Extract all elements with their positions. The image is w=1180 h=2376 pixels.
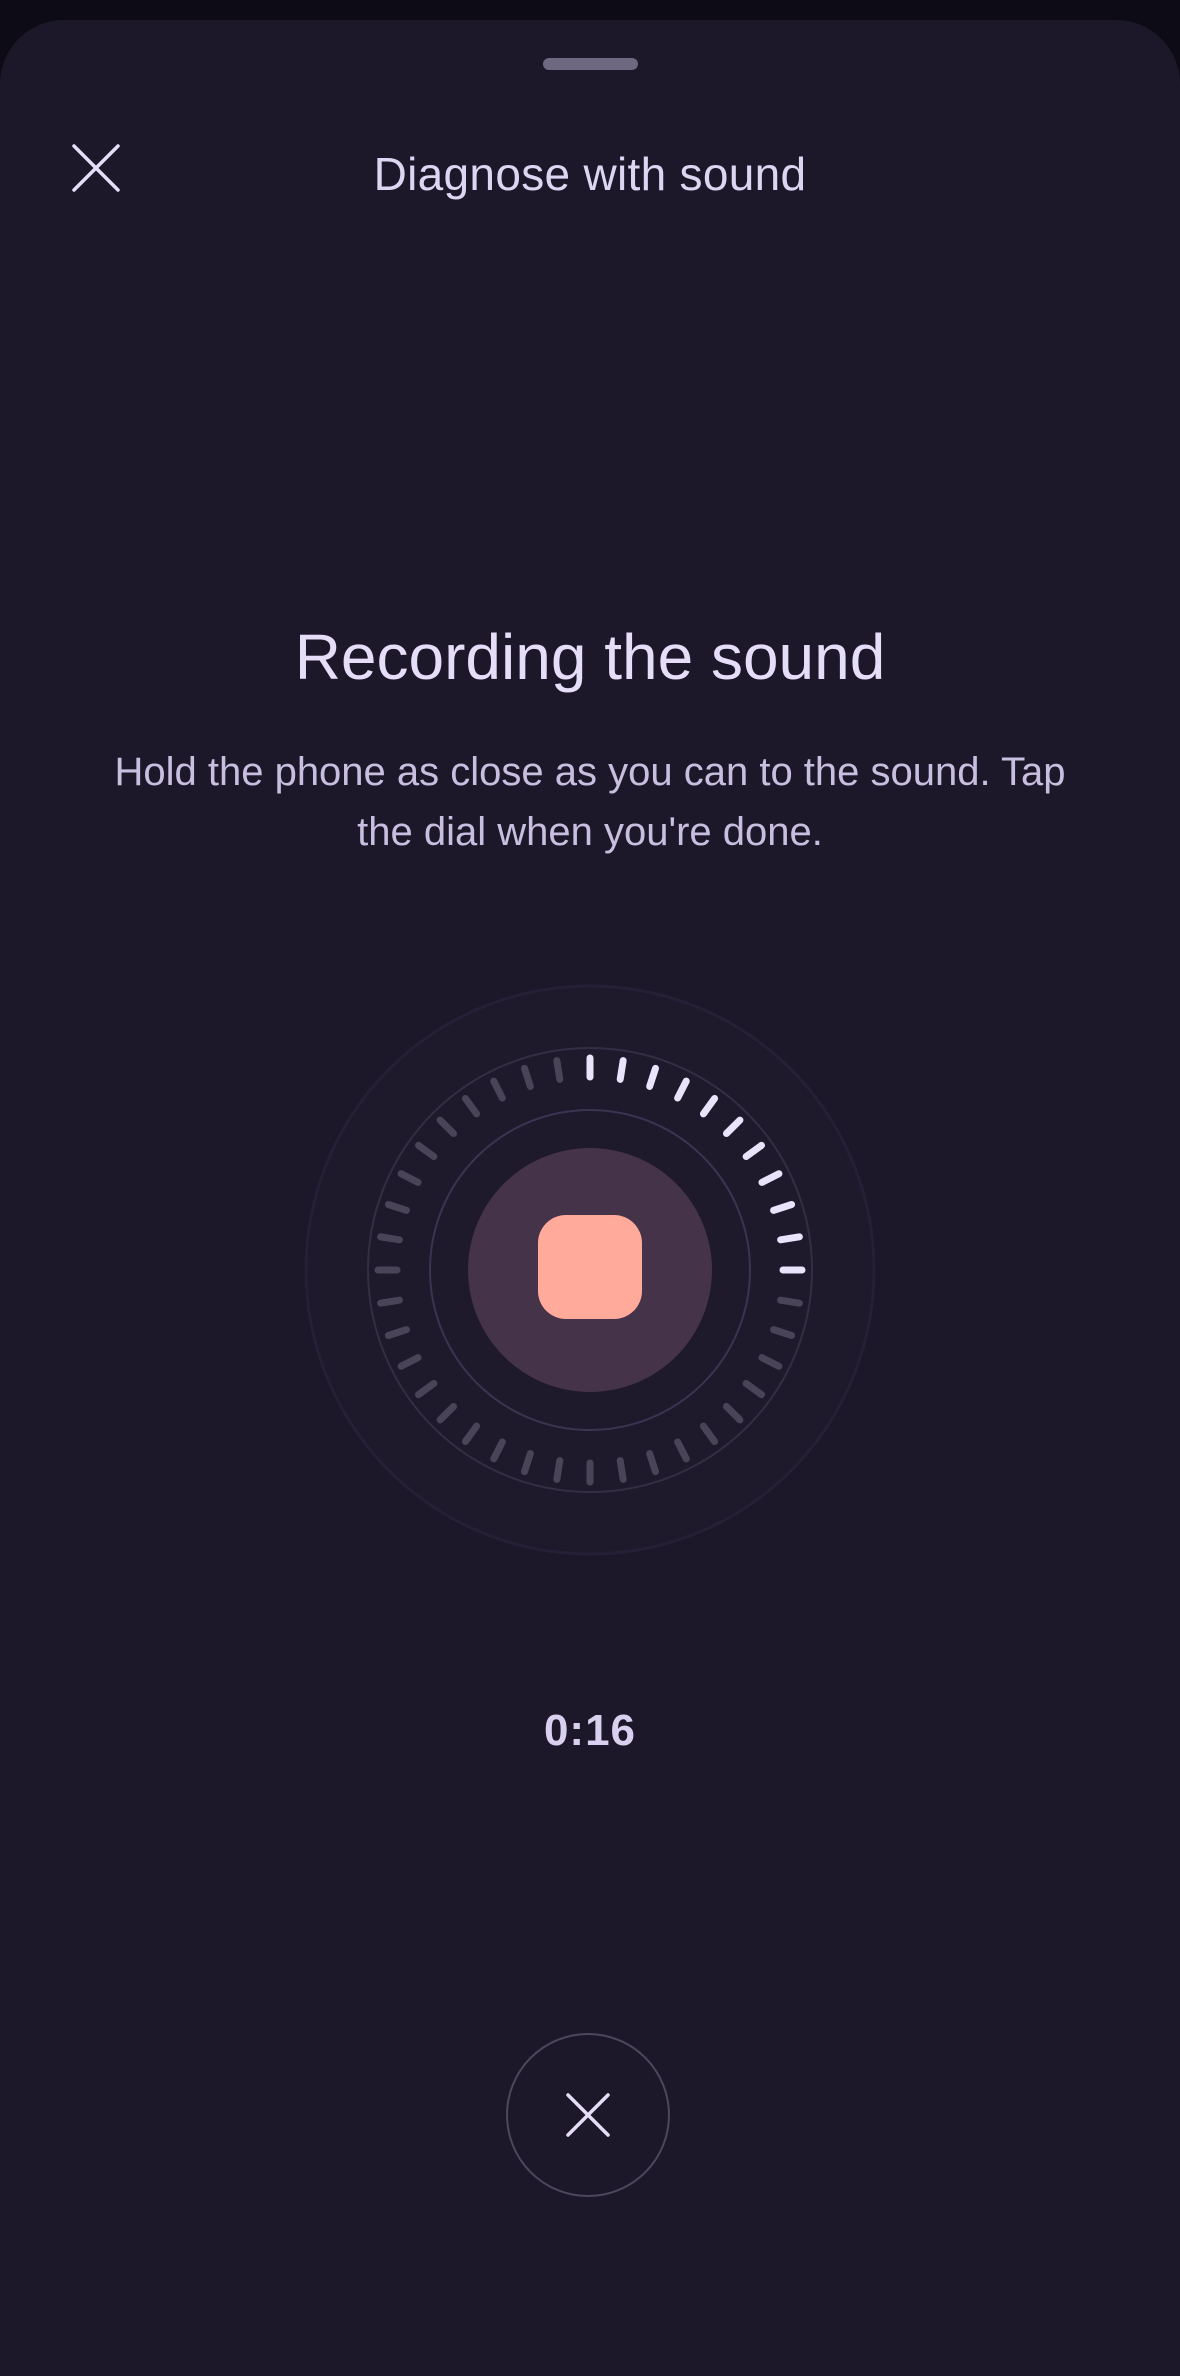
close-icon [566, 2093, 610, 2137]
stop-recording-button[interactable] [538, 1215, 642, 1319]
bottom-sheet: Diagnose with sound Recording the sound … [0, 20, 1180, 2376]
dial-tick [553, 1057, 564, 1083]
sheet-title: Diagnose with sound [373, 148, 807, 200]
cancel-recording-button[interactable] [506, 2033, 670, 2197]
dial-tick [616, 1457, 627, 1483]
dial-tick [553, 1457, 564, 1483]
dial-tick [377, 1233, 403, 1244]
page-title: Recording the sound [294, 621, 886, 693]
dial-tick [777, 1233, 803, 1244]
dial-tick [777, 1296, 803, 1307]
instructions-text: Hold the phone as close as you can to th… [114, 750, 1066, 854]
dial-tick [377, 1296, 403, 1307]
sheet-grabber-handle[interactable] [543, 58, 638, 70]
dial-tick [616, 1057, 627, 1083]
recording-timer: 0:16 [543, 1706, 637, 1755]
